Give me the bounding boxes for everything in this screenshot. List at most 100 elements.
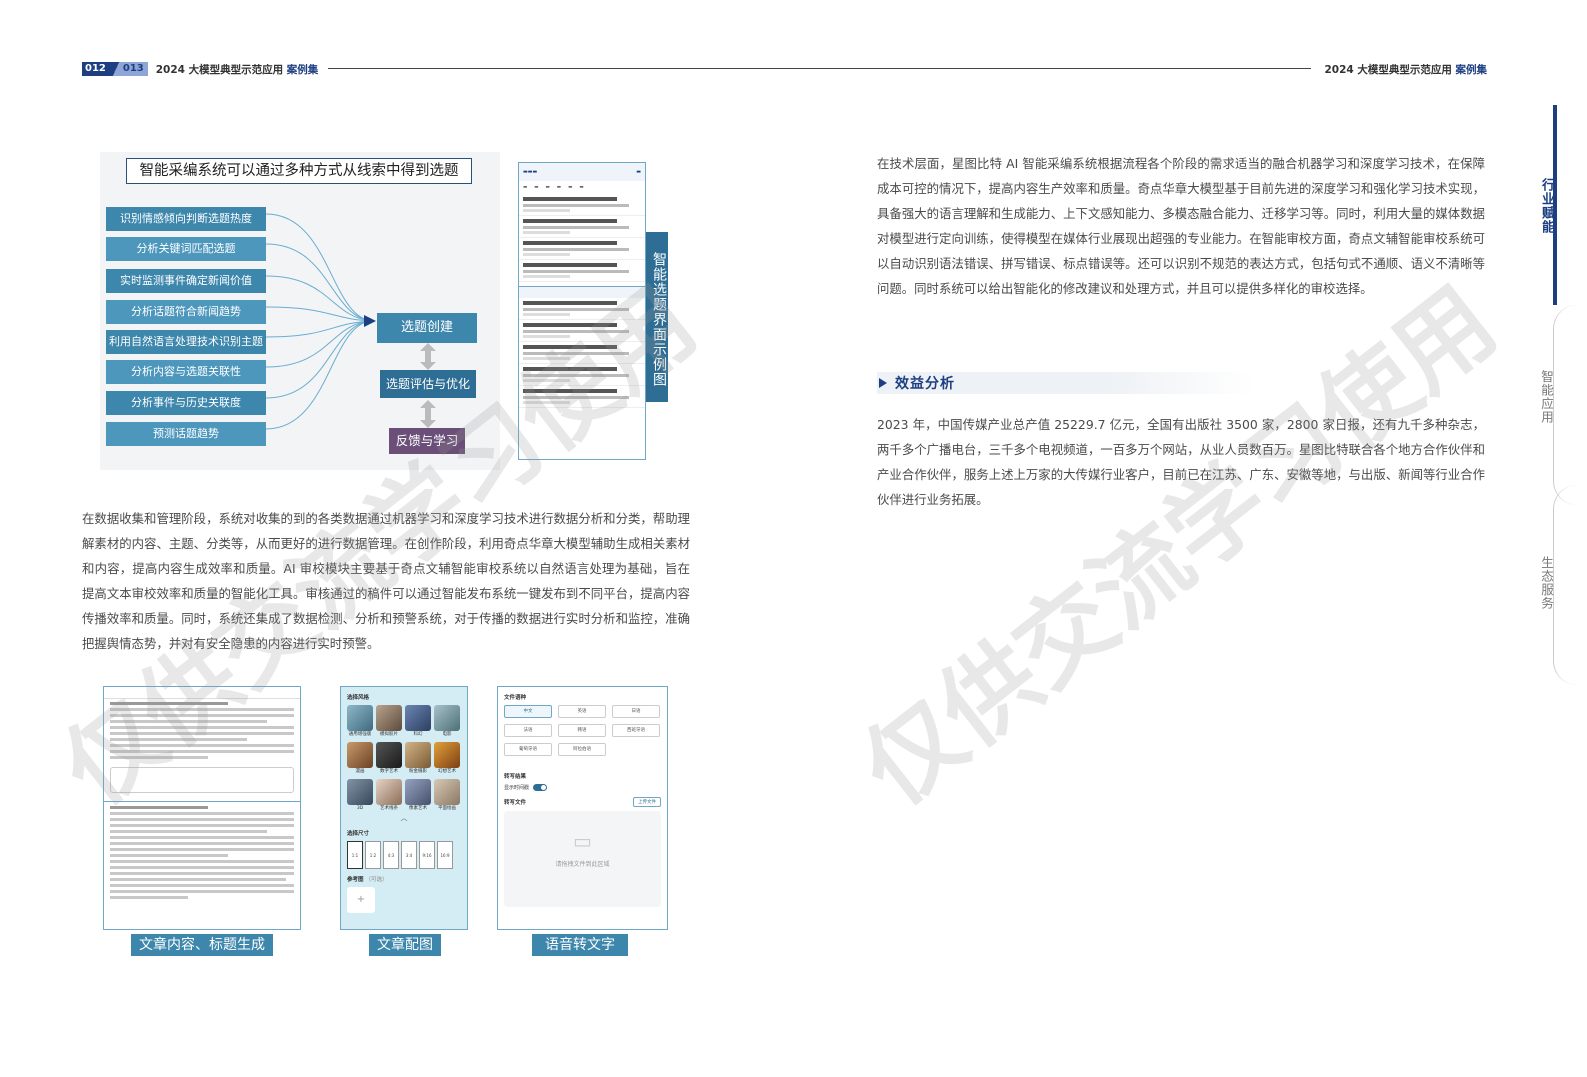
style-name: 数字艺术 — [380, 769, 398, 774]
topic-screen-screenshot: ▬▬▬ ▬ ▬ ▬ ▬ ▬ ▬ ▬ — [518, 162, 646, 460]
style-name: 粉金摄影 — [409, 769, 427, 774]
page-number-left: 012 — [82, 62, 111, 76]
side-tab-divider — [1553, 305, 1583, 505]
speech-screenshot: 文件语种 中文 英语 日语 法语 韩语 西班牙语 葡萄牙语 阿拉伯语 转写结果 … — [497, 686, 668, 930]
section-title: 效益分析 — [895, 376, 955, 392]
side-tab-ecosystem[interactable]: 生态服务 — [1520, 556, 1554, 610]
language-options: 中文 英语 日语 法语 韩语 西班牙语 葡萄牙语 阿拉伯语 — [498, 705, 667, 756]
style-thumb[interactable] — [376, 705, 402, 731]
style-label: 选择风格 — [347, 695, 370, 701]
language-option[interactable]: 法语 — [504, 724, 552, 737]
triangle-bullet-icon — [879, 378, 887, 388]
language-option[interactable]: 西班牙语 — [612, 724, 660, 737]
style-thumb[interactable] — [434, 705, 460, 731]
style-thumb[interactable] — [347, 705, 373, 731]
mindmap-center-node: 选题创建 — [377, 313, 477, 343]
illustration-screenshot: 选择风格 通用增强版 模拟胶片 科幻 电影 漫画 数字艺术 粉金摄影 幻想艺术 … — [340, 686, 468, 930]
mindmap-title: 智能采编系统可以通过多种方式从线索中得到选题 — [126, 158, 472, 184]
style-name: 艺术线条 — [380, 806, 398, 811]
speech-caption: 语音转文字 — [532, 934, 628, 956]
ratio-option[interactable]: 1:2 — [365, 841, 381, 869]
timestamp-label: 显示时间戳 — [504, 785, 530, 791]
size-label: 选择尺寸 — [347, 831, 370, 837]
screenshot-row — [519, 260, 645, 282]
language-option[interactable]: 日语 — [612, 705, 660, 718]
screenshot-input-box — [110, 767, 294, 793]
add-reference-button[interactable]: + — [347, 887, 375, 913]
screenshot-tabs: ▬ ▬ ▬ ▬ ▬ ▬ — [523, 185, 584, 190]
ratio-option[interactable]: 4:3 — [383, 841, 399, 869]
ratio-option[interactable]: 3:4 — [401, 841, 417, 869]
topic-screen-caption: 智能选题界面示例图 — [646, 232, 668, 402]
screenshot-bar-mark: ▬ — [636, 169, 641, 175]
result-label: 转写结果 — [504, 774, 527, 780]
style-thumb[interactable] — [376, 742, 402, 768]
file-row: 转写文件 上传文件 — [498, 791, 667, 811]
mindmap-source: 预测话题趋势 — [106, 422, 266, 446]
ratio-options: 1:1 1:2 4:3 3:4 9:16 16:9 — [341, 841, 467, 869]
body-paragraph-left: 在数据收集和管理阶段，系统对收集的到的各类数据通过机器学习和深度学习技术进行数据… — [82, 511, 690, 651]
mindmap-source: 实时监测事件确定新闻价值 — [106, 269, 266, 293]
style-thumb[interactable] — [405, 705, 431, 731]
reference-hint: （可选） — [365, 877, 388, 883]
language-option[interactable]: 葡萄牙语 — [504, 743, 552, 756]
header-title-suffix-right: 案例集 — [1455, 64, 1488, 76]
style-thumb[interactable] — [405, 742, 431, 768]
article-caption: 文章内容、标题生成 — [131, 934, 273, 956]
style-name: 电影 — [442, 732, 452, 737]
style-grid: 通用增强版 模拟胶片 科幻 电影 漫画 数字艺术 粉金摄影 幻想艺术 3D 艺术… — [341, 705, 467, 813]
drop-zone[interactable]: ▭ 请拖拽文件到此区域 — [504, 811, 661, 907]
reference-label-text: 参考图 — [347, 877, 364, 883]
screenshot-toolbar — [104, 687, 300, 699]
language-label: 文件语种 — [504, 695, 527, 701]
screenshot-row — [519, 342, 645, 364]
article-screenshot — [103, 686, 301, 930]
section-heading: 效益分析 — [877, 372, 1257, 394]
header-left: 012 013 2024 大模型典型示范应用 案例集 — [82, 62, 318, 76]
style-thumb[interactable] — [376, 779, 402, 805]
header-title-right: 2024 大模型典型示范应用 案例集 — [1324, 62, 1487, 77]
reference-label: 参考图 （可选） — [341, 869, 467, 887]
header-title-prefix: 2024 大模型典型示范应用 — [155, 63, 284, 76]
mindmap-source: 分析关键词匹配选题 — [106, 237, 266, 261]
mindmap-connectors — [265, 213, 376, 430]
style-thumb[interactable] — [405, 779, 431, 805]
style-name: 3D — [356, 806, 364, 811]
page-divider — [110, 62, 121, 76]
mindmap-evaluate-node: 选题评估与优化 — [380, 370, 476, 398]
side-tab-industry[interactable]: 行业赋能 — [1520, 178, 1554, 234]
style-name: 平面绘画 — [438, 806, 456, 811]
illustration-caption: 文章配图 — [369, 934, 441, 956]
screenshot-row — [519, 216, 645, 238]
screenshot-section-bar — [519, 286, 645, 298]
screenshot-bar-mark: ▬▬▬ — [523, 169, 538, 175]
mindmap-source: 分析内容与选题关联性 — [106, 360, 266, 384]
ratio-option[interactable]: 9:16 — [419, 841, 435, 869]
style-thumb[interactable] — [347, 779, 373, 805]
screenshot-row — [519, 194, 645, 216]
side-tab-apps[interactable]: 智能应用 — [1520, 370, 1554, 424]
body-paragraph-tech: 在技术层面，星图比特 AI 智能采编系统根据流程各个阶段的需求适当的融合机器学习… — [877, 156, 1485, 296]
style-name: 漫画 — [355, 769, 365, 774]
drop-hint: 请拖拽文件到此区域 — [555, 861, 610, 868]
page-number-right: 013 — [120, 62, 148, 76]
style-name: 模拟胶片 — [380, 732, 398, 737]
timestamp-toggle[interactable] — [533, 784, 548, 791]
mindmap-source: 分析事件与历史关联度 — [106, 391, 266, 415]
style-thumb[interactable] — [434, 742, 460, 768]
style-thumb[interactable] — [347, 742, 373, 768]
language-option[interactable]: 阿拉伯语 — [558, 743, 606, 756]
language-option[interactable]: 英语 — [558, 705, 606, 718]
watermark: 仅供交流学习使用 — [842, 265, 1517, 827]
upload-button[interactable]: 上传文件 — [633, 797, 661, 807]
language-option[interactable]: 中文 — [504, 705, 552, 718]
mindmap-source: 利用自然语言处理技术识别主题 — [106, 330, 266, 354]
chevron-up-icon[interactable]: ︿ — [341, 813, 467, 823]
ratio-option[interactable]: 1:1 — [347, 841, 363, 869]
screenshot-row — [519, 320, 645, 342]
style-thumb[interactable] — [434, 779, 460, 805]
style-name: 科幻 — [413, 732, 423, 737]
language-option[interactable]: 韩语 — [558, 724, 606, 737]
body-paragraph-benefit: 2023 年，中国传媒产业总产值 25229.7 亿元，全国有出版社 3500 … — [877, 417, 1485, 507]
ratio-option[interactable]: 16:9 — [437, 841, 453, 869]
